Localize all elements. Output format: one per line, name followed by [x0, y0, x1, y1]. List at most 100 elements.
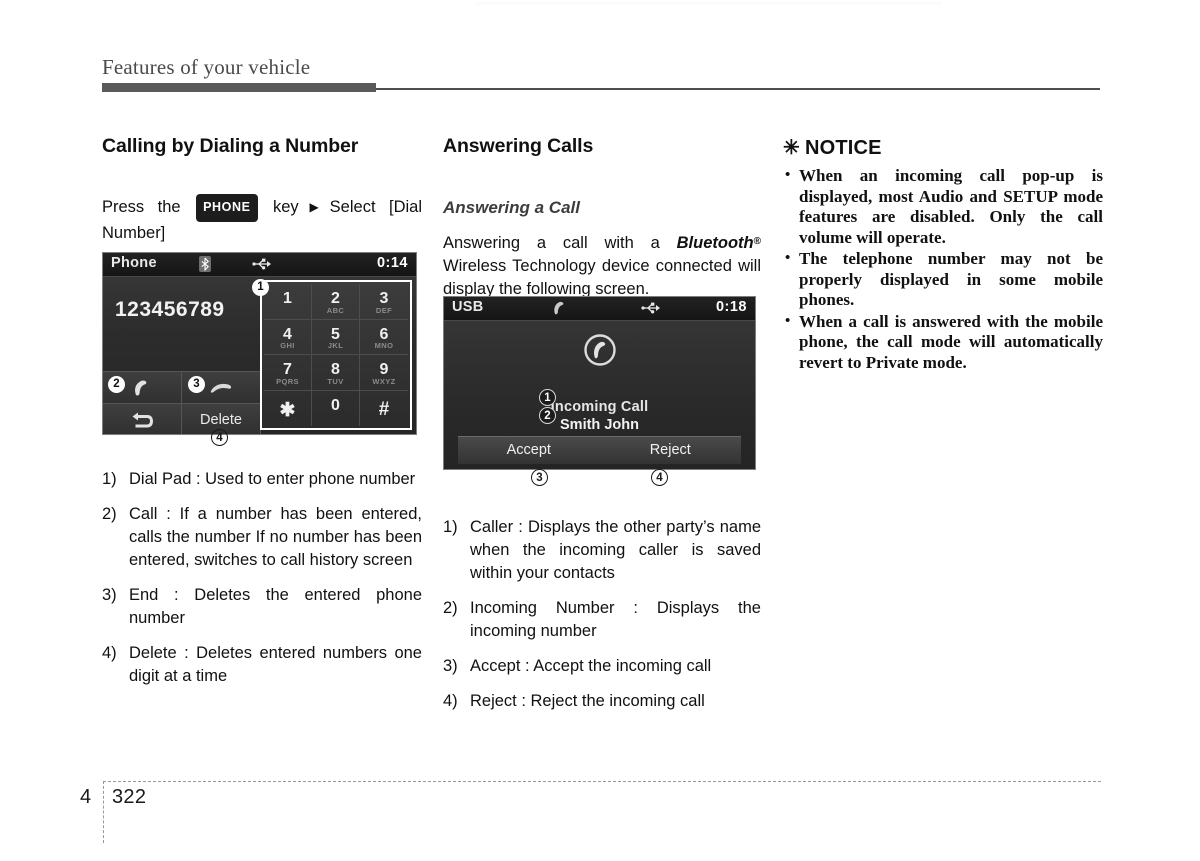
incoming-call-circle-icon — [583, 334, 616, 366]
legend-item-text: End : Deletes the entered phone number — [129, 586, 422, 627]
legend-item-marker: 1) — [102, 470, 117, 488]
footer-rule-vertical — [103, 781, 104, 843]
answering-intro-part2: Wireless Technology device connected wil… — [443, 257, 761, 298]
bullet-icon: • — [785, 167, 791, 183]
dial-action-buttons: Delete — [103, 371, 261, 434]
dial-statusbar: Phone 0:14 — [103, 253, 416, 277]
page-header: Features of your vehicle — [102, 55, 1102, 95]
callout-1-dialpad: 1 — [252, 279, 269, 296]
end-call-icon — [210, 383, 232, 393]
back-button[interactable] — [103, 403, 182, 434]
callout-1-caller: 1 — [539, 389, 556, 406]
notice-item: • When a call is answered with the mobile… — [783, 312, 1103, 374]
statusbar-clock: 0:14 — [376, 255, 408, 271]
section-title-answering: Answering Calls — [443, 135, 594, 157]
legend-item-marker: 2) — [443, 599, 458, 617]
answering-intro: Answering a call with a Bluetooth® Wirel… — [443, 230, 761, 301]
legend-item-marker: 3) — [443, 657, 458, 675]
dial-key-letters: ABC — [326, 305, 345, 315]
dial-body: 123456789 Delete 1 2 ABC 3 DEF 4 GHI 5 J… — [103, 277, 416, 434]
registered-mark: ® — [753, 236, 761, 247]
scan-artifact — [477, 2, 942, 5]
callout-3-end: 3 — [188, 376, 205, 393]
incoming-call-legend-items: 1) Caller : Displays the other party’s na… — [443, 516, 761, 713]
dial-key-0[interactable]: 0 — [312, 390, 360, 426]
incoming-call-figure: USB 0:18 Incoming Call Smith John Accept… — [443, 296, 756, 486]
left-column: Calling by Dialing a Number Press the PH… — [102, 135, 422, 245]
dial-key-letters: WXYZ — [372, 376, 396, 386]
dial-key-4[interactable]: 4 GHI — [264, 319, 312, 355]
chapter-number: 4 — [80, 786, 92, 808]
asterisk-icon: ✳ — [783, 137, 800, 159]
phone-key-badge[interactable]: PHONE — [196, 194, 258, 222]
middle-legend-list: 1) Caller : Displays the other party’s na… — [443, 516, 761, 725]
dial-key-✱[interactable]: ✱ — [264, 390, 312, 426]
bullet-icon: • — [785, 312, 791, 329]
call-handset-icon — [554, 301, 564, 315]
dial-key-8[interactable]: 8 TUV — [312, 355, 360, 391]
callout-4-reject: 4 — [651, 469, 668, 486]
dial-pad[interactable]: 1 2 ABC 3 DEF 4 GHI 5 JKL 6 MNO 7 PQRS 8 TUV 9 WXYZ ✱ 0 # — [260, 280, 412, 430]
dial-key-#[interactable]: # — [360, 391, 408, 427]
dial-pad-grid: 1 2 ABC 3 DEF 4 GHI 5 JKL 6 MNO 7 PQRS 8 TUV 9 WXYZ ✱ 0 # — [264, 284, 408, 426]
callout-3-accept: 3 — [531, 469, 548, 486]
legend-item: 4) Delete : Deletes entered numbers one d… — [102, 642, 422, 688]
entered-number-display: 123456789 — [115, 298, 225, 321]
section-title-calling: Calling by Dialing a Number — [102, 135, 359, 157]
dial-key-1[interactable]: 1 — [264, 284, 312, 320]
legend-item-text: Accept : Accept the incoming call — [470, 657, 712, 675]
legend-item-text: Dial Pad : Used to enter phone number — [129, 470, 416, 488]
legend-item-marker: 4) — [102, 644, 117, 662]
call-statusbar: USB 0:18 — [444, 297, 755, 321]
dial-key-3[interactable]: 3 DEF — [360, 284, 408, 320]
dial-key-6[interactable]: 6 MNO — [360, 320, 408, 355]
legend-item-marker: 2) — [102, 505, 117, 523]
footer-rule-horizontal — [103, 781, 1101, 782]
incoming-call-device-screen: USB 0:18 Incoming Call Smith John Accept… — [443, 296, 756, 470]
legend-item: 4) Reject : Reject the incoming call — [443, 690, 761, 713]
notice-items: • When an incoming call pop-up is display… — [783, 166, 1103, 373]
dial-key-letters: DEF — [375, 305, 393, 315]
dial-key-letters: PQRS — [276, 376, 299, 386]
dial-key-7[interactable]: 7 PQRS — [264, 355, 312, 391]
statusbar-source-label: USB — [452, 299, 484, 315]
accept-button[interactable]: Accept — [458, 437, 600, 464]
legend-item-marker: 3) — [102, 586, 117, 604]
instruction-prefix: Press the — [102, 198, 181, 216]
usb-icon — [641, 302, 660, 314]
left-legend-list: 1) Dial Pad : Used to enter phone number 2… — [102, 468, 422, 700]
instruction-key-word: key — [272, 198, 299, 216]
caller-name: Smith John — [560, 417, 639, 433]
bluetooth-trademark: Bluetooth — [676, 234, 754, 252]
dial-key-number: # — [378, 398, 390, 420]
arrow-right-icon: ▶ — [300, 200, 328, 214]
answering-intro-part1: Answering a call with a — [443, 234, 677, 252]
callout-2-incoming-number: 2 — [539, 407, 556, 424]
notice-item-text: The telephone number may not be properly… — [799, 249, 1103, 309]
incoming-call-body: Incoming Call Smith John 03180214621 Acc… — [444, 321, 755, 469]
bluetooth-icon — [199, 256, 211, 272]
back-arrow-icon — [132, 412, 153, 427]
middle-column: Answering Calls Answering a Call Answeri… — [443, 135, 761, 301]
incoming-call-title: Incoming Call — [550, 399, 649, 415]
dialing-instruction: Press the PHONE key ▶ Select [Dial Number] — [102, 194, 422, 245]
legend-item-text: Reject : Reject the incoming call — [470, 692, 705, 710]
dial-key-letters: MNO — [374, 341, 394, 350]
legend-item-text: Delete : Deletes entered numbers one dig… — [129, 644, 422, 685]
dial-key-number: ✱ — [279, 399, 296, 421]
reject-button[interactable]: Reject — [600, 437, 742, 464]
legend-item: 3) End : Deletes the entered phone number — [102, 584, 422, 630]
dial-key-5[interactable]: 5 JKL — [312, 319, 360, 355]
legend-item-marker: 1) — [443, 518, 458, 536]
dial-key-9[interactable]: 9 WXYZ — [360, 355, 408, 391]
legend-item-marker: 4) — [443, 692, 458, 710]
notice-item: • The telephone number may not be properl… — [783, 249, 1103, 311]
dial-legend-items: 1) Dial Pad : Used to enter phone number 2… — [102, 468, 422, 688]
dial-key-letters: TUV — [327, 376, 344, 386]
dial-key-2[interactable]: 2 ABC — [312, 284, 360, 320]
dial-key-letters: JKL — [327, 341, 344, 350]
right-column: ✳ NOTICE • When an incoming call pop-up is… — [783, 135, 1103, 373]
dial-key-number: 1 — [283, 290, 292, 307]
usb-icon — [252, 258, 271, 270]
bullet-icon: • — [785, 250, 791, 266]
